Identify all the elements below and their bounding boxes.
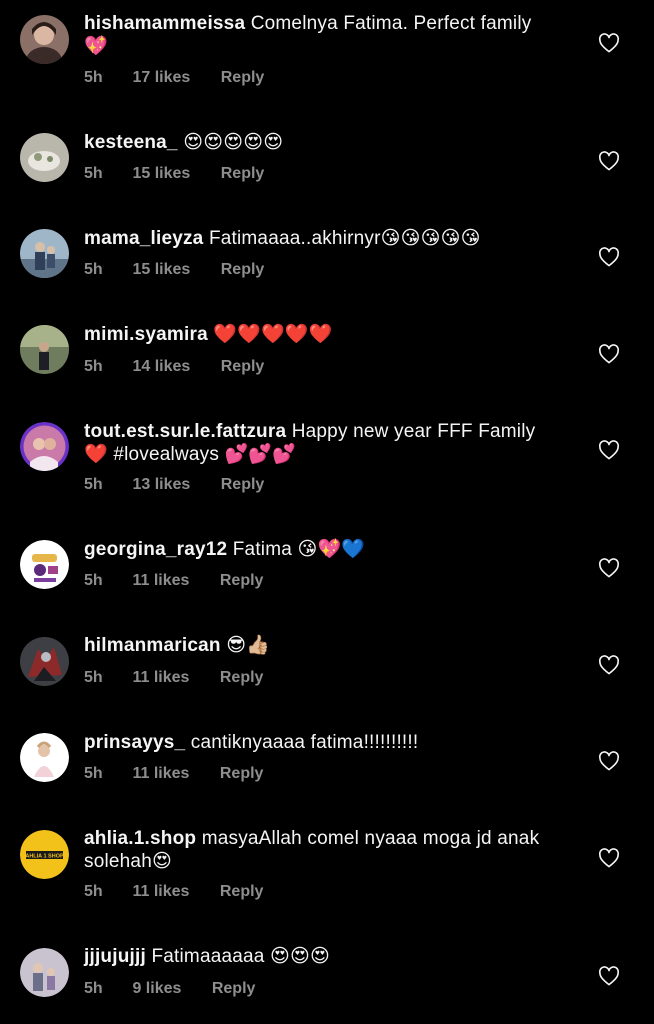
reply-button[interactable]: Reply xyxy=(221,165,265,183)
avatar[interactable]: AHLIA 1 SHOP xyxy=(20,830,69,879)
comment-text: Fatimaaaaaa 😍😍😍 xyxy=(151,946,331,967)
comment-time: 5h xyxy=(84,69,103,86)
comment-text: cantiknyaaaa fatima!!!!!!!!!! xyxy=(190,732,419,753)
heart-icon[interactable] xyxy=(598,558,622,580)
comment-text: 😍😍😍😍😍 xyxy=(183,131,284,153)
comment-meta: 5h 14 likes Reply xyxy=(84,358,264,376)
comment-time: 5h xyxy=(84,669,103,686)
comment-time: 5h xyxy=(84,883,103,900)
comment-body: tout.est.sur.le.fattzura Happy new year … xyxy=(84,420,554,466)
comment-likes[interactable]: 17 likes xyxy=(132,69,190,87)
comment-username[interactable]: kesteena_ xyxy=(84,132,178,153)
comment-body: prinsayys_ cantiknyaaaa fatima!!!!!!!!!! xyxy=(84,731,554,754)
heart-icon[interactable] xyxy=(598,344,622,366)
comment-likes[interactable]: 14 likes xyxy=(132,358,190,376)
avatar[interactable] xyxy=(20,422,69,471)
comment-meta: 5h 11 likes Reply xyxy=(84,765,263,783)
reply-button[interactable]: Reply xyxy=(220,883,264,901)
comment-username[interactable]: mimi.syamira xyxy=(84,324,208,345)
comment-username[interactable]: hilmanmarican xyxy=(84,635,221,656)
comment-likes[interactable]: 11 likes xyxy=(132,572,189,590)
comment-meta: 5h 11 likes Reply xyxy=(84,883,263,901)
avatar[interactable] xyxy=(20,15,69,64)
comment-time: 5h xyxy=(84,980,103,997)
comment-body: mama_lieyza Fatimaaaa..akhirnyr😘😘😘😘😘 xyxy=(84,227,554,250)
avatar-logo-text: AHLIA 1 SHOP xyxy=(25,854,64,860)
reply-button[interactable]: Reply xyxy=(221,358,265,376)
heart-icon[interactable] xyxy=(598,440,622,462)
comment-meta: 5h 9 likes Reply xyxy=(84,980,255,998)
reply-button[interactable]: Reply xyxy=(221,476,265,494)
comment-time: 5h xyxy=(84,261,103,278)
reply-button[interactable]: Reply xyxy=(212,980,256,998)
comment-body: jjjujujjj Fatimaaaaaa 😍😍😍 xyxy=(84,945,554,968)
heart-icon[interactable] xyxy=(598,966,622,988)
comment-meta: 5h 13 likes Reply xyxy=(84,476,264,494)
comment-likes[interactable]: 11 likes xyxy=(132,669,189,687)
reply-button[interactable]: Reply xyxy=(220,572,264,590)
avatar[interactable] xyxy=(20,948,69,997)
comment-likes[interactable]: 9 likes xyxy=(132,980,181,998)
reply-button[interactable]: Reply xyxy=(220,765,264,783)
comment-body: mimi.syamira ❤️❤️❤️❤️❤️ xyxy=(84,323,554,346)
comment-username[interactable]: hishamammeissa xyxy=(84,13,245,34)
heart-icon[interactable] xyxy=(598,848,622,870)
comment-time: 5h xyxy=(84,476,103,493)
avatar[interactable] xyxy=(20,733,69,782)
heart-icon[interactable] xyxy=(598,655,622,677)
comment-time: 5h xyxy=(84,358,103,375)
comment-body: kesteena_ 😍😍😍😍😍 xyxy=(84,131,554,154)
comment-username[interactable]: tout.est.sur.le.fattzura xyxy=(84,421,286,442)
comment-likes[interactable]: 13 likes xyxy=(132,476,190,494)
comment-time: 5h xyxy=(84,765,103,782)
avatar[interactable] xyxy=(20,133,69,182)
avatar[interactable] xyxy=(20,540,69,589)
comment-username[interactable]: georgina_ray12 xyxy=(84,539,227,560)
heart-icon[interactable] xyxy=(598,247,622,269)
comment-meta: 5h 11 likes Reply xyxy=(84,572,263,590)
comment-likes[interactable]: 11 likes xyxy=(132,765,189,783)
avatar[interactable] xyxy=(20,637,69,686)
comment-username[interactable]: ahlia.1.shop xyxy=(84,828,196,849)
comment-username[interactable]: prinsayys_ xyxy=(84,732,185,753)
comment-body: hilmanmarican 😎👍🏼 xyxy=(84,634,554,657)
comment-text: Fatimaaaa..akhirnyr😘😘😘😘😘 xyxy=(208,228,481,249)
heart-icon[interactable] xyxy=(598,151,622,173)
comment-username[interactable]: jjjujujjj xyxy=(84,946,146,967)
reply-button[interactable]: Reply xyxy=(220,669,264,687)
comment-username[interactable]: mama_lieyza xyxy=(84,228,203,249)
heart-icon[interactable] xyxy=(598,33,622,55)
comment-likes[interactable]: 15 likes xyxy=(132,261,190,279)
comment-body: hishamammeissa Comelnya Fatima. Perfect … xyxy=(84,12,554,58)
avatar[interactable] xyxy=(20,229,69,278)
comment-time: 5h xyxy=(84,165,103,182)
comment-meta: 5h 11 likes Reply xyxy=(84,669,263,687)
comment-body: georgina_ray12 Fatima 😘💖💙 xyxy=(84,538,554,561)
comment-meta: 5h 15 likes Reply xyxy=(84,261,264,279)
comment-body: ahlia.1.shop masyaAllah comel nyaaa moga… xyxy=(84,827,554,873)
comment-likes[interactable]: 15 likes xyxy=(132,165,190,183)
comment-text: ❤️❤️❤️❤️❤️ xyxy=(213,323,333,345)
comment-meta: 5h 17 likes Reply xyxy=(84,69,264,87)
comment-text: 😎👍🏼 xyxy=(226,634,271,656)
reply-button[interactable]: Reply xyxy=(221,261,265,279)
comment-meta: 5h 15 likes Reply xyxy=(84,165,264,183)
comment-text: Fatima 😘💖💙 xyxy=(232,539,366,560)
reply-button[interactable]: Reply xyxy=(221,69,265,87)
heart-icon[interactable] xyxy=(598,751,622,773)
comment-likes[interactable]: 11 likes xyxy=(132,883,189,901)
comment-time: 5h xyxy=(84,572,103,589)
avatar[interactable] xyxy=(20,325,69,374)
